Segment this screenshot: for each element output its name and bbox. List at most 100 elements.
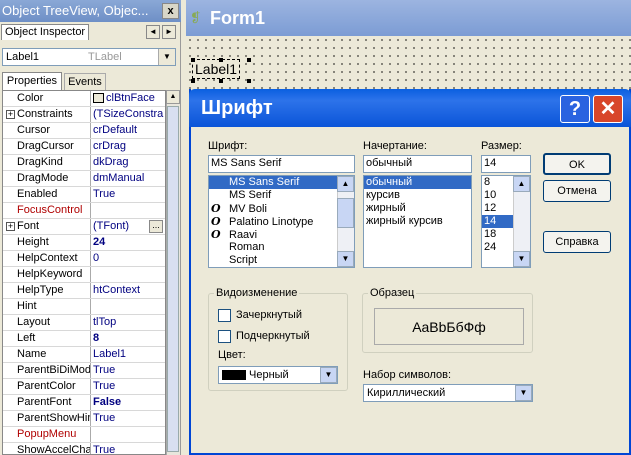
property-value[interactable]: True (91, 411, 165, 426)
property-value[interactable]: 24 (91, 235, 165, 250)
property-row[interactable]: ShowAccelCha True (3, 443, 165, 454)
property-row[interactable]: Color clBtnFace (3, 91, 165, 107)
resize-handle[interactable] (247, 58, 251, 62)
object-selector-type: TLabel (88, 51, 122, 63)
list-item-label: MV Boli (229, 203, 267, 215)
property-row[interactable]: DragMode dmManual (3, 171, 165, 187)
list-item[interactable]: жирный (364, 202, 471, 215)
property-value[interactable]: tlTop (91, 315, 165, 330)
font-name-input[interactable]: MS Sans Serif (208, 155, 355, 173)
property-value[interactable]: True (91, 363, 165, 378)
style-list[interactable]: обычный курсив жирный жирный курсив (363, 175, 472, 268)
resize-handle[interactable] (219, 79, 223, 83)
property-value[interactable]: Label1 (91, 347, 165, 362)
tab-events[interactable]: Events (64, 73, 106, 90)
property-row[interactable]: Cursor crDefault (3, 123, 165, 139)
close-icon[interactable]: ✕ (593, 95, 623, 123)
property-row[interactable]: ParentColor True (3, 379, 165, 395)
list-item[interactable]: Roman (209, 241, 354, 254)
tab-properties[interactable]: Properties (2, 72, 62, 90)
style-input[interactable]: обычный (363, 155, 472, 173)
list-item[interactable]: O Palatino Linotype (209, 215, 354, 228)
list-item[interactable]: MS Sans Serif (209, 176, 354, 189)
scrollbar-thumb[interactable] (337, 198, 354, 228)
property-row[interactable]: HelpType htContext (3, 283, 165, 299)
property-value[interactable]: (TSizeConstra (91, 107, 165, 122)
list-item[interactable]: Script (209, 254, 354, 267)
scrollbar-thumb[interactable] (167, 106, 179, 452)
help-icon[interactable]: ? (560, 95, 590, 123)
property-row[interactable]: HelpKeyword (3, 267, 165, 283)
list-item[interactable]: MS Serif (209, 189, 354, 202)
property-value[interactable]: True (91, 443, 165, 454)
resize-handle[interactable] (219, 58, 223, 62)
expand-icon[interactable]: + (6, 110, 15, 119)
property-value[interactable]: 0 (91, 251, 165, 266)
scroll-up-icon[interactable]: ▲ (513, 176, 530, 192)
property-row[interactable]: DragKind dkDrag (3, 155, 165, 171)
underline-checkbox[interactable] (218, 330, 231, 343)
property-row[interactable]: Height 24 (3, 235, 165, 251)
list-item[interactable]: обычный (364, 176, 471, 189)
property-value[interactable] (91, 203, 165, 218)
chevron-down-icon[interactable]: ▼ (320, 367, 337, 383)
property-value[interactable]: crDefault (91, 123, 165, 138)
property-value[interactable]: False (91, 395, 165, 410)
cancel-button[interactable]: Отмена (543, 180, 611, 202)
property-value[interactable]: True (91, 379, 165, 394)
property-row[interactable]: DragCursor crDrag (3, 139, 165, 155)
chevron-down-icon[interactable]: ▼ (515, 385, 532, 401)
property-row[interactable]: Enabled True (3, 187, 165, 203)
property-value[interactable]: dkDrag (91, 155, 165, 170)
property-row[interactable]: PopupMenu (3, 427, 165, 443)
property-value[interactable] (91, 427, 165, 442)
property-name: DragMode (3, 171, 91, 186)
chevron-down-icon[interactable]: ▼ (158, 49, 175, 65)
property-value[interactable]: (TFont)... (91, 219, 165, 234)
property-row[interactable]: ParentShowHir True (3, 411, 165, 427)
property-row[interactable]: HelpContext 0 (3, 251, 165, 267)
size-input[interactable]: 14 (481, 155, 531, 173)
tab-scroll-right-button[interactable]: ► (162, 25, 176, 39)
property-row[interactable]: ParentBiDiMod True (3, 363, 165, 379)
property-row[interactable]: + Constraints (TSizeConstra (3, 107, 165, 123)
property-row[interactable]: Left 8 (3, 331, 165, 347)
property-row[interactable]: ParentFont False (3, 395, 165, 411)
help-button[interactable]: Справка (543, 231, 611, 253)
ok-button[interactable]: OK (543, 153, 611, 175)
resize-handle[interactable] (191, 58, 195, 62)
scroll-up-icon[interactable]: ▲ (337, 176, 354, 192)
property-value[interactable]: htContext (91, 283, 165, 298)
property-value[interactable]: crDrag (91, 139, 165, 154)
style-label: Начертание: (363, 140, 427, 152)
list-item[interactable]: O MV Boli (209, 202, 354, 215)
scroll-up-icon[interactable]: ▲ (166, 90, 180, 104)
property-value[interactable]: dmManual (91, 171, 165, 186)
property-value[interactable] (91, 267, 165, 282)
tab-scroll-left-button[interactable]: ◄ (146, 25, 160, 39)
property-value[interactable]: 8 (91, 331, 165, 346)
script-select[interactable]: Кириллический (363, 384, 533, 402)
property-row[interactable]: + Font (TFont)... (3, 219, 165, 235)
property-row[interactable]: Layout tlTop (3, 315, 165, 331)
property-value[interactable]: clBtnFace (91, 91, 165, 106)
list-item[interactable]: жирный курсив (364, 215, 471, 228)
resize-handle[interactable] (191, 79, 195, 83)
scroll-down-icon[interactable]: ▼ (513, 251, 530, 267)
property-value[interactable] (91, 299, 165, 314)
ellipsis-button[interactable]: ... (149, 220, 163, 233)
label-component[interactable]: Label1 (191, 59, 241, 79)
strikeout-checkbox[interactable] (218, 309, 231, 322)
scroll-down-icon[interactable]: ▼ (337, 251, 354, 267)
property-row[interactable]: Name Label1 (3, 347, 165, 363)
list-item[interactable]: курсив (364, 189, 471, 202)
inspector-close-button[interactable]: x (162, 3, 179, 19)
resize-handle[interactable] (247, 79, 251, 83)
property-row[interactable]: FocusControl (3, 203, 165, 219)
list-item[interactable]: O Raavi (209, 228, 354, 241)
property-row[interactable]: Hint (3, 299, 165, 315)
expand-icon[interactable]: + (6, 222, 15, 231)
inspector-tab[interactable]: Object Inspector (1, 24, 89, 40)
property-value[interactable]: True (91, 187, 165, 202)
font-list[interactable]: MS Sans Serif MS Serif O MV Boli O Palatino L… (208, 175, 355, 268)
